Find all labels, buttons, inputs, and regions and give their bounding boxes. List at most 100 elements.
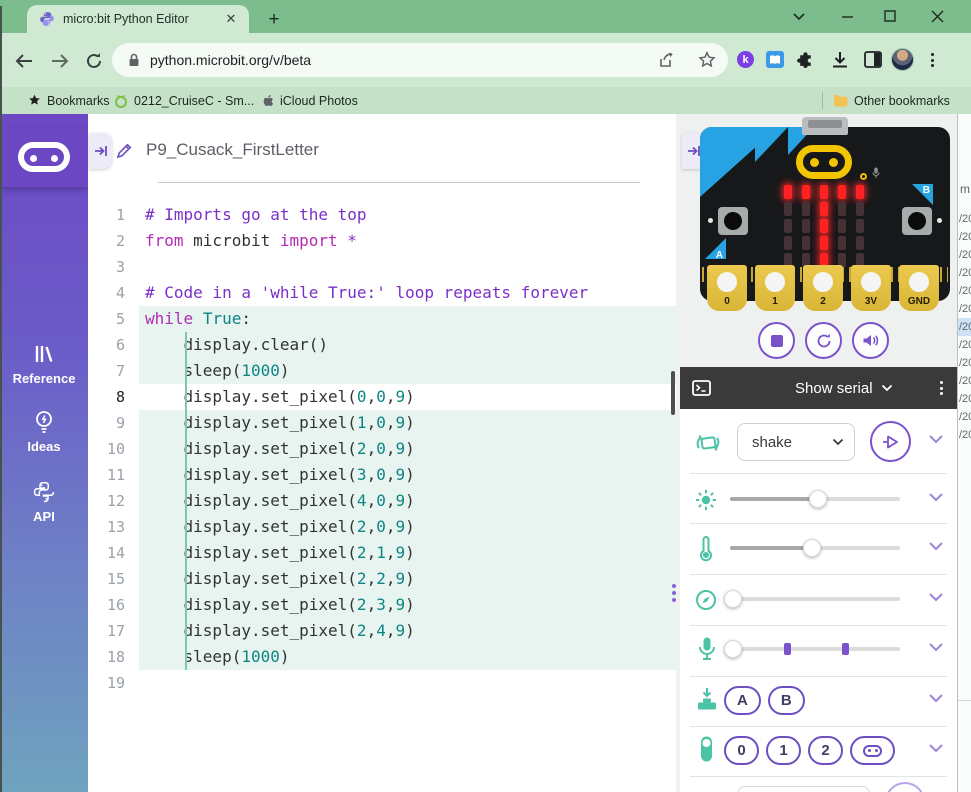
- sim-button-A[interactable]: A: [724, 686, 761, 715]
- serial-menu-icon[interactable]: [940, 381, 943, 395]
- panel-resize-handle[interactable]: [669, 584, 679, 614]
- sidebar-expand-button[interactable]: [89, 133, 112, 169]
- button-press-icon: [694, 686, 720, 712]
- sim-pin-logo[interactable]: [850, 736, 895, 765]
- profile-avatar[interactable]: [891, 48, 914, 71]
- close-icon[interactable]: [928, 7, 946, 25]
- window-menu-chevron-icon[interactable]: [790, 7, 808, 25]
- project-name[interactable]: P9_Cusack_FirstLetter: [146, 140, 319, 160]
- editor-scrollbar[interactable]: [671, 371, 675, 415]
- radio-message-input[interactable]: [737, 786, 870, 792]
- forward-icon[interactable]: [49, 50, 71, 72]
- code-line[interactable]: 14 display.set_pixel(2,1,9): [88, 540, 676, 566]
- code-line[interactable]: 13 display.set_pixel(2,0,9): [88, 514, 676, 540]
- code-line[interactable]: 19: [88, 670, 676, 696]
- slider-thumb[interactable]: [803, 539, 821, 557]
- board-pin-GND[interactable]: GND: [899, 265, 939, 311]
- board-pin-1[interactable]: 1: [755, 265, 795, 311]
- gesture-select[interactable]: shake: [737, 423, 855, 461]
- reading-list-extension-icon[interactable]: [766, 51, 784, 68]
- brightness-expand-chevron[interactable]: [928, 492, 944, 508]
- bookmark-item-cruisec[interactable]: 0212_CruiseC - Sm...: [114, 87, 254, 114]
- send-gesture-button[interactable]: [870, 421, 911, 462]
- other-bookmarks[interactable]: Other bookmarks: [833, 87, 950, 114]
- board-pin-2[interactable]: 2: [803, 265, 843, 311]
- line-number: 11: [88, 462, 139, 488]
- back-icon[interactable]: [13, 50, 35, 72]
- sim-button-B[interactable]: B: [768, 686, 805, 715]
- show-serial-toggle[interactable]: Show serial: [795, 380, 873, 397]
- temperature-slider[interactable]: [730, 539, 900, 557]
- share-icon[interactable]: [658, 51, 676, 69]
- sim-pin-0[interactable]: 0: [724, 736, 759, 765]
- microbit-logo[interactable]: [0, 127, 88, 187]
- code-line[interactable]: 3: [88, 254, 676, 280]
- code-line[interactable]: 2from microbit import *: [88, 228, 676, 254]
- pins-buttons-group[interactable]: 012: [724, 736, 895, 765]
- sim-pin-1[interactable]: 1: [766, 736, 801, 765]
- board-pin-0[interactable]: 0: [707, 265, 747, 311]
- compass-expand-chevron[interactable]: [928, 592, 944, 608]
- board-pin-3V[interactable]: 3V: [851, 265, 891, 311]
- code-line[interactable]: 8 display.set_pixel(0,0,9): [88, 384, 676, 410]
- stop-simulator-button[interactable]: [758, 322, 795, 359]
- code-line[interactable]: 6 display.clear(): [88, 332, 676, 358]
- board-button-a[interactable]: [718, 207, 748, 235]
- background-text-fragment: /20: [958, 282, 971, 300]
- kami-extension-icon[interactable]: k: [737, 51, 754, 68]
- bookmarks-folder[interactable]: Bookmarks: [28, 87, 110, 114]
- bookmark-star-icon[interactable]: [698, 51, 716, 69]
- code-line[interactable]: 1# Imports go at the top: [88, 202, 676, 228]
- code-line[interactable]: 15 display.set_pixel(2,2,9): [88, 566, 676, 592]
- board-logo[interactable]: [796, 145, 852, 179]
- line-number: 17: [88, 618, 139, 644]
- minimize-icon[interactable]: [838, 7, 856, 25]
- folder-icon: [833, 94, 848, 107]
- edit-pencil-icon[interactable]: [116, 142, 133, 159]
- code-line[interactable]: 10 display.set_pixel(2,0,9): [88, 436, 676, 462]
- tab-close-icon[interactable]: ✕: [223, 11, 239, 27]
- code-line[interactable]: 4# Code in a 'while True:' loop repeats …: [88, 280, 676, 306]
- sim-pin-2[interactable]: 2: [808, 736, 843, 765]
- new-tab-button[interactable]: +: [262, 8, 286, 32]
- brightness-slider[interactable]: [730, 490, 900, 508]
- side-panel-icon[interactable]: [864, 51, 882, 68]
- slider-thumb[interactable]: [724, 640, 742, 658]
- pins-expand-chevron[interactable]: [928, 743, 944, 759]
- slider-thumb[interactable]: [809, 490, 827, 508]
- microphone-slider[interactable]: [730, 640, 900, 658]
- reload-icon[interactable]: [83, 50, 105, 72]
- code-line[interactable]: 11 display.set_pixel(3,0,9): [88, 462, 676, 488]
- maximize-icon[interactable]: [881, 7, 899, 25]
- code-line[interactable]: 7 sleep(1000): [88, 358, 676, 384]
- board-button-b[interactable]: [902, 207, 932, 235]
- reset-simulator-button[interactable]: [805, 322, 842, 359]
- code-line[interactable]: 9 display.set_pixel(1,0,9): [88, 410, 676, 436]
- chrome-menu-icon[interactable]: [931, 53, 934, 67]
- radio-send-button[interactable]: [885, 782, 925, 792]
- extensions-puzzle-icon[interactable]: [797, 50, 815, 68]
- download-icon[interactable]: [831, 51, 849, 69]
- slider-thumb[interactable]: [724, 590, 742, 608]
- code-line[interactable]: 5while True:: [88, 306, 676, 332]
- sidebar-item-api[interactable]: API: [0, 480, 88, 524]
- ab-buttons-group[interactable]: AB: [724, 686, 805, 715]
- buttons-expand-chevron[interactable]: [928, 693, 944, 709]
- compass-slider[interactable]: [730, 590, 900, 608]
- browser-tab[interactable]: micro:bit Python Editor ✕: [27, 5, 249, 33]
- sidebar-item-reference[interactable]: Reference: [0, 342, 88, 386]
- code-line[interactable]: 17 display.set_pixel(2,4,9): [88, 618, 676, 644]
- bookmark-item-icloud-photos[interactable]: iCloud Photos: [261, 87, 358, 114]
- gesture-expand-chevron[interactable]: [928, 434, 944, 450]
- code-lines[interactable]: 1# Imports go at the top2from microbit i…: [88, 202, 676, 696]
- sidebar-item-ideas[interactable]: Ideas: [0, 410, 88, 454]
- temperature-expand-chevron[interactable]: [928, 541, 944, 557]
- mute-audio-button[interactable]: [852, 322, 889, 359]
- chevron-down-icon[interactable]: [881, 384, 893, 392]
- led-matrix[interactable]: [784, 185, 864, 267]
- code-line[interactable]: 18 sleep(1000): [88, 644, 676, 670]
- url-bar[interactable]: python.microbit.org/v/beta: [112, 43, 728, 77]
- code-line[interactable]: 16 display.set_pixel(2,3,9): [88, 592, 676, 618]
- microphone-expand-chevron[interactable]: [928, 642, 944, 658]
- code-line[interactable]: 12 display.set_pixel(4,0,9): [88, 488, 676, 514]
